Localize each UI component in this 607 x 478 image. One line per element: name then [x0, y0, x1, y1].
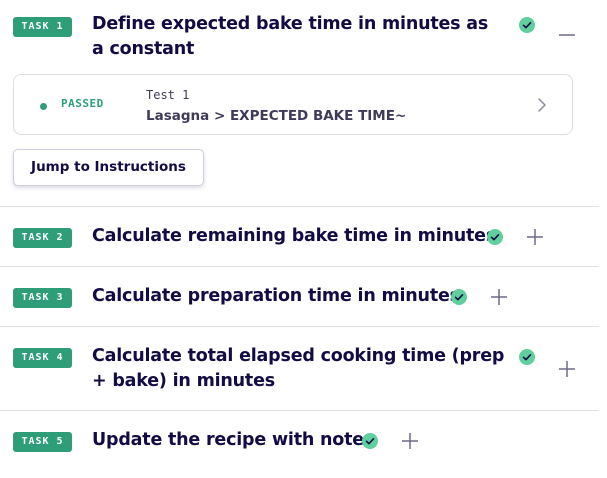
check-circle-icon: [487, 229, 503, 245]
chevron-right-icon: [537, 97, 547, 117]
task-badge: TASK 1: [13, 17, 72, 37]
divider: [0, 266, 599, 267]
check-circle-icon: [519, 17, 535, 33]
check-circle-icon: [362, 433, 378, 449]
task-badge: TASK 3: [13, 288, 72, 308]
test-result-card[interactable]: PASSED Test 1 Lasagna > EXPECTED BAKE TI…: [13, 74, 573, 135]
divider: [0, 206, 599, 207]
minus-icon[interactable]: [558, 26, 576, 44]
check-circle-icon: [451, 289, 467, 305]
plus-icon[interactable]: [401, 432, 419, 450]
check-circle-icon: [519, 349, 535, 365]
test-name: Lasagna > EXPECTED BAKE TIME~: [146, 108, 407, 124]
task-badge: TASK 4: [13, 348, 72, 368]
test-status: PASSED: [61, 97, 104, 110]
plus-icon[interactable]: [558, 360, 576, 378]
task-badge: TASK 5: [13, 432, 72, 452]
divider: [0, 410, 599, 411]
divider: [0, 326, 599, 327]
test-number: Test 1: [146, 88, 190, 102]
task-title[interactable]: Update the recipe with notes: [92, 428, 374, 453]
plus-icon[interactable]: [526, 228, 544, 246]
task-title[interactable]: Calculate remaining bake time in minutes: [92, 224, 496, 249]
jump-to-instructions-button[interactable]: Jump to Instructions: [13, 149, 204, 186]
task-title[interactable]: Define expected bake time in minutes as …: [92, 12, 502, 62]
task-badge: TASK 2: [13, 228, 72, 248]
plus-icon[interactable]: [490, 288, 508, 306]
task-title[interactable]: Calculate preparation time in minutes: [92, 284, 460, 309]
task-title[interactable]: Calculate total elapsed cooking time (pr…: [92, 344, 507, 394]
status-dot-icon: [40, 103, 47, 110]
